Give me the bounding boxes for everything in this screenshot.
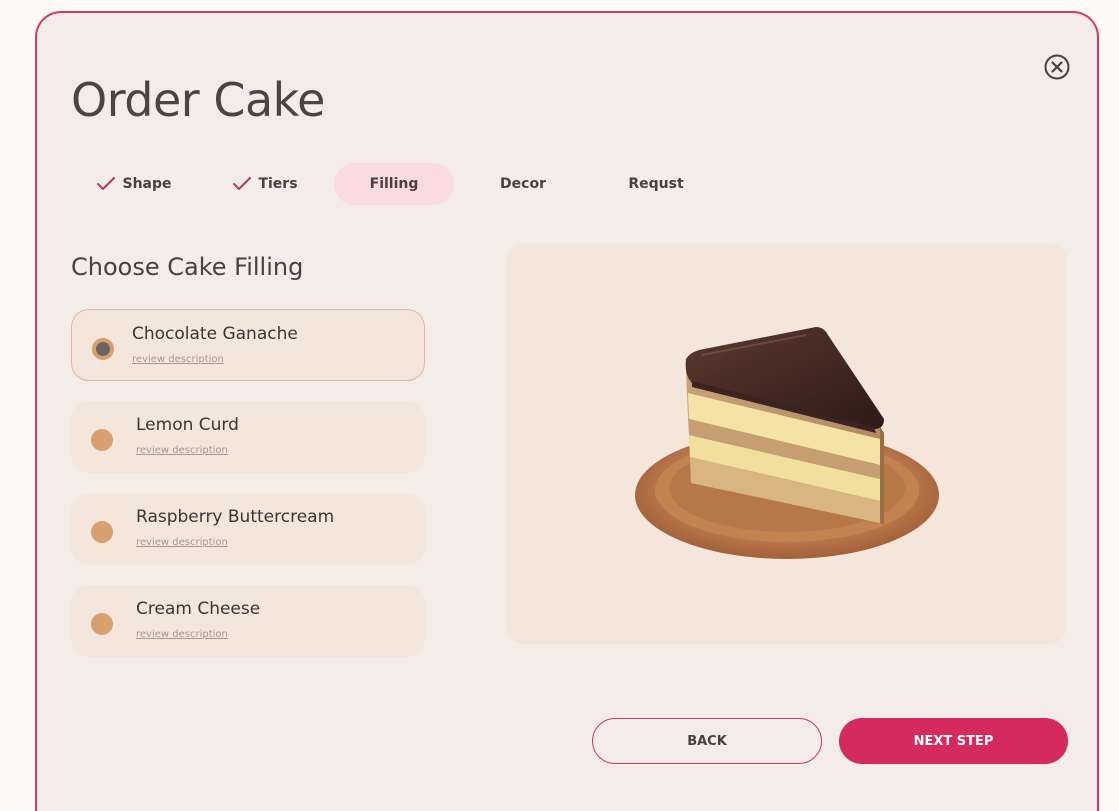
check-icon — [97, 177, 116, 190]
radio[interactable] — [91, 429, 113, 451]
radio[interactable] — [91, 613, 113, 635]
tab-shape[interactable]: Shape — [89, 163, 179, 205]
tab-filling[interactable]: Filling — [334, 163, 454, 205]
tab-decor[interactable]: Decor — [483, 163, 563, 205]
page-title: Order Cake — [71, 73, 325, 127]
radio[interactable] — [91, 521, 113, 543]
check-icon — [233, 177, 252, 190]
section-title: Choose Cake Filling — [71, 253, 304, 281]
tab-label: Tiers — [258, 176, 298, 192]
tab-label: Shape — [122, 176, 172, 192]
option-name: Cream Cheese — [136, 599, 261, 619]
close-button[interactable] — [1043, 53, 1071, 81]
review-description-link[interactable]: review description — [136, 445, 228, 456]
option-name: Chocolate Ganache — [132, 324, 298, 344]
close-circle-icon — [1044, 54, 1070, 80]
tab-label: Decor — [500, 176, 546, 192]
tab-request[interactable]: Requst — [609, 163, 703, 205]
next-step-button[interactable]: NEXT STEP — [839, 718, 1068, 764]
review-description-link[interactable]: review description — [136, 537, 228, 548]
step-tabs: Shape Tiers Filling Decor Requst — [37, 163, 737, 207]
option-name: Raspberry Buttercream — [136, 507, 335, 527]
filling-preview-panel — [506, 243, 1067, 644]
tab-label: Filling — [369, 176, 419, 192]
cake-slice-image — [635, 327, 939, 559]
review-description-link[interactable]: review description — [136, 629, 228, 640]
tab-label: Requst — [628, 176, 684, 192]
option-name: Lemon Curd — [136, 415, 239, 435]
option-cream-cheese[interactable]: Cream Cheese review description — [71, 585, 425, 657]
tab-tiers[interactable]: Tiers — [225, 163, 305, 205]
order-cake-modal: Order Cake Shape Tiers Filling Decor Req… — [35, 11, 1099, 811]
radio-selected[interactable] — [92, 338, 114, 360]
option-chocolate-ganache[interactable]: Chocolate Ganache review description — [71, 309, 425, 381]
option-lemon-curd[interactable]: Lemon Curd review description — [71, 401, 425, 473]
back-button[interactable]: BACK — [592, 718, 822, 764]
review-description-link[interactable]: review description — [132, 354, 224, 365]
option-raspberry-buttercream[interactable]: Raspberry Buttercream review description — [71, 493, 425, 565]
